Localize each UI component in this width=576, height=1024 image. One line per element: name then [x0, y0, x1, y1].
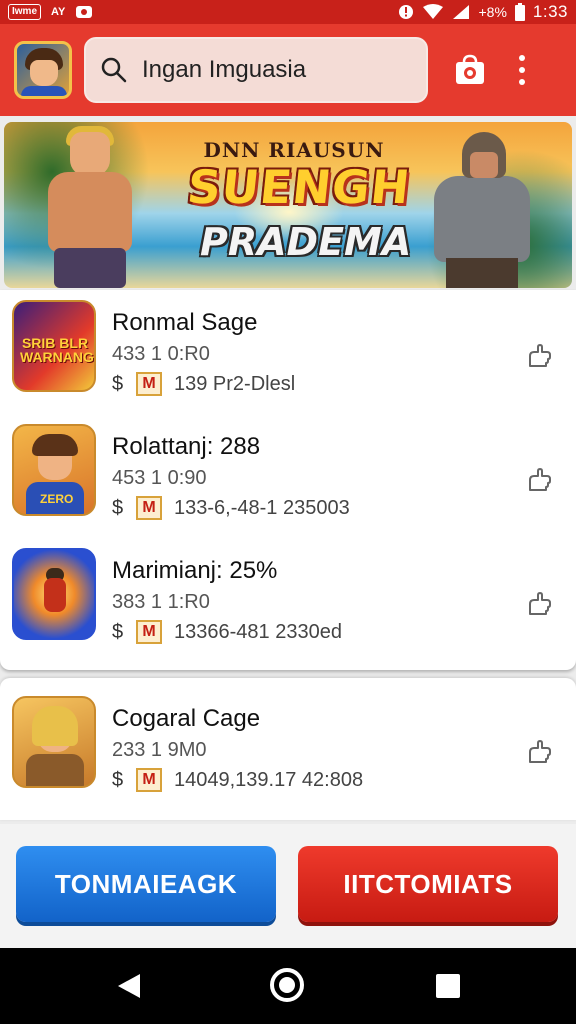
hero-character	[32, 126, 142, 288]
status-left: Iwme AY	[8, 4, 93, 20]
app-icon	[12, 696, 96, 788]
status-right: +8% 1:33	[398, 2, 568, 22]
armored-character	[422, 126, 542, 288]
m-badge: M	[136, 496, 162, 520]
camera-bag-icon[interactable]	[452, 52, 488, 88]
app-meta-text: 13366-481 2330ed	[174, 621, 342, 643]
app-meta-text: 139 Pr2-Dlesl	[174, 373, 296, 395]
search-icon	[101, 57, 127, 83]
share-icon[interactable]	[524, 342, 554, 372]
list-item[interactable]: ZERO Rolattanj: 288 453 1 0:90 $ M 133-6…	[0, 424, 576, 548]
app-meta-text: 133-6,-48-1 235003	[174, 497, 350, 519]
app-icon	[12, 548, 96, 640]
wifi-icon	[423, 4, 444, 19]
back-icon[interactable]	[116, 972, 142, 1000]
home-icon[interactable]	[270, 968, 304, 1002]
m-badge: M	[136, 768, 162, 792]
battery-text: +8%	[478, 4, 507, 20]
primary-action-button[interactable]: TONMAIEAGK	[16, 846, 276, 922]
app-icon-shirt-text: ZERO	[40, 492, 74, 506]
list-item[interactable]: Cogaral Cage 233 1 9M0 $ M 14049,139.17 …	[0, 696, 576, 820]
banner-title-second: PRADEMA	[200, 220, 412, 264]
app-icon: ZERO	[12, 424, 96, 516]
app-meta: $ M 13366-481 2330ed	[112, 618, 512, 646]
app-title: Rolattanj: 288	[112, 433, 261, 460]
app-title: Cogaral Cage	[112, 705, 261, 732]
overflow-menu-icon[interactable]	[518, 55, 526, 85]
system-nav-bar	[0, 948, 576, 1024]
notification-icon	[76, 6, 93, 18]
search-input[interactable]	[142, 56, 402, 84]
app-subtitle: 433 1 0:R0	[112, 343, 210, 365]
secondary-action-button[interactable]: IITCTOMIATS	[298, 846, 558, 922]
banner-title: SUENGH	[184, 160, 414, 214]
app-icon-logo: SRIB BLR WARNANG	[20, 335, 94, 365]
app-subtitle: 233 1 9M0	[112, 739, 207, 761]
app-subtitle: 453 1 0:90	[112, 467, 207, 489]
app-subtitle: 383 1 1:R0	[112, 591, 210, 613]
app-list-card: SRIB BLR WARNANG Ronmal Sage 433 1 0:R0 …	[0, 290, 576, 670]
price-icon: $	[112, 769, 124, 791]
app-meta: $ M 133-6,-48-1 235003	[112, 494, 512, 522]
app-list-card: Cogaral Cage 233 1 9M0 $ M 14049,139.17 …	[0, 678, 576, 820]
app-title: Ronmal Sage	[112, 309, 258, 336]
app-meta: $ M 14049,139.17 42:808	[112, 766, 512, 794]
list-item[interactable]: Marimianj: 25% 383 1 1:R0 $ M 13366-481 …	[0, 548, 576, 672]
banner-subtitle: DNN RIAUSUN	[203, 138, 385, 162]
list-item[interactable]: SRIB BLR WARNANG Ronmal Sage 433 1 0:R0 …	[0, 300, 576, 424]
status-text: AY	[51, 6, 66, 18]
battery-icon	[514, 3, 525, 21]
app-bar	[0, 24, 576, 116]
price-icon: $	[112, 621, 124, 643]
signal-icon	[453, 5, 470, 19]
app-meta: $ M 139 Pr2-Dlesl	[112, 370, 512, 398]
m-badge: M	[136, 620, 162, 644]
action-bar: TONMAIEAGK IITCTOMIATS	[0, 824, 576, 948]
recents-icon[interactable]	[436, 974, 460, 998]
share-icon[interactable]	[524, 738, 554, 768]
app-meta-text: 14049,139.17 42:808	[174, 769, 364, 791]
status-bar: Iwme AY +8% 1:33	[0, 0, 576, 24]
alert-icon	[399, 5, 414, 19]
share-icon[interactable]	[524, 466, 554, 496]
price-icon: $	[112, 373, 124, 395]
app-title: Marimianj: 25%	[112, 557, 278, 584]
share-icon[interactable]	[524, 590, 554, 620]
status-chip: Iwme	[8, 4, 42, 20]
promo-banner[interactable]: DNN RIAUSUN SUENGH PRADEMA	[4, 122, 572, 288]
clock: 1:33	[532, 2, 568, 21]
price-icon: $	[112, 497, 124, 519]
m-badge: M	[136, 372, 162, 396]
search-bar[interactable]	[84, 37, 428, 103]
app-icon: SRIB BLR WARNANG	[12, 300, 96, 392]
avatar[interactable]	[14, 41, 72, 99]
